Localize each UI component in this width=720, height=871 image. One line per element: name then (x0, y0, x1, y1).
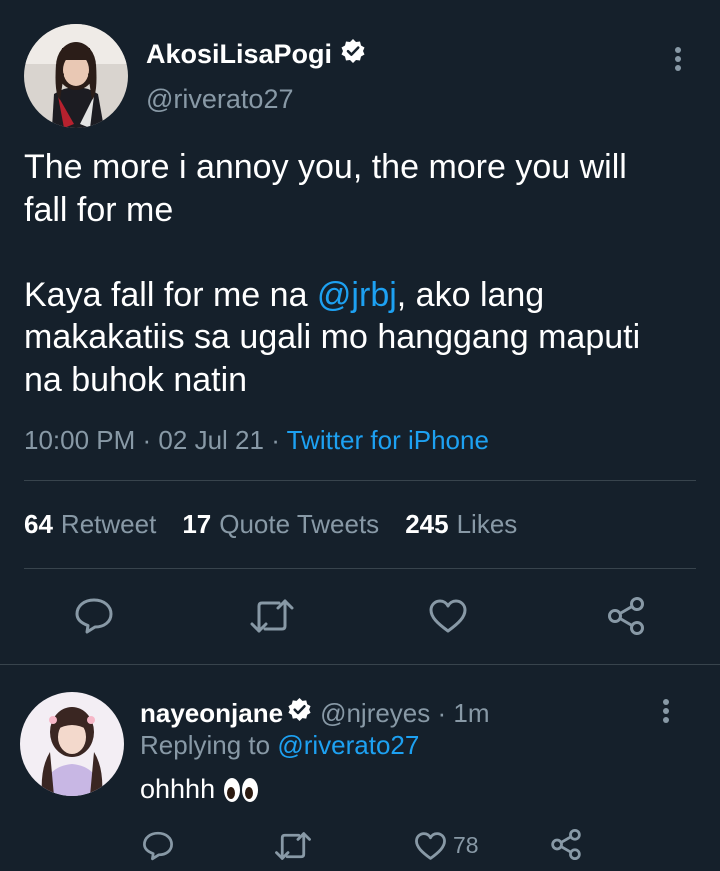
tweet-body: The more i annoy you, the more you will … (24, 146, 700, 401)
quote-label: Quote Tweets (219, 509, 380, 539)
divider (24, 480, 696, 481)
tweet-detail-page: AkosiLisaPogi @riverato27 The more i ann… (0, 0, 720, 871)
like-stat[interactable]: 245 Likes (405, 509, 517, 540)
eyes-emoji-icon (223, 776, 259, 804)
retweet-icon[interactable] (274, 830, 312, 867)
tweet-line-4: makakatiis sa ugali mo hanggang maputi (24, 318, 641, 356)
reply-like-count: 78 (453, 832, 479, 858)
retweet-count: 64 (24, 509, 53, 539)
replying-to-label: Replying to (140, 730, 271, 760)
meta-separator: · (142, 425, 159, 455)
reply-icon[interactable] (74, 597, 114, 640)
share-icon[interactable] (605, 596, 647, 641)
author-avatar[interactable] (24, 24, 128, 128)
quote-count: 17 (182, 509, 212, 539)
mention-link[interactable]: @jrbj (317, 276, 397, 314)
tweet-line-5: na buhok natin (24, 360, 248, 399)
author-display-name[interactable]: AkosiLisaPogi (146, 39, 332, 70)
more-icon[interactable] (658, 698, 674, 726)
like-icon[interactable] (414, 831, 447, 866)
verified-icon (287, 697, 312, 729)
tweet-date: 02 Jul 21 (158, 425, 264, 455)
reply-age: 1m (453, 697, 490, 728)
reply-header: nayeonjane @njreyes · 1m (140, 697, 490, 729)
tweet-line-3-pre: Kaya fall for me na (24, 275, 317, 314)
reply-author-avatar[interactable] (20, 692, 124, 796)
tweet-line-2: fall for me (24, 190, 174, 229)
quote-stat[interactable]: 17 Quote Tweets (182, 509, 379, 540)
retweet-label: Retweet (60, 509, 157, 539)
tweet-line-1: The more i annoy you, the more you will (24, 148, 627, 186)
tweet-stats: 64 Retweet 17 Quote Tweets 245 Likes (24, 509, 543, 540)
like-count: 245 (405, 509, 449, 539)
retweet-stat[interactable]: 64 Retweet (24, 509, 156, 540)
replying-to: Replying to @riverato27 (140, 730, 419, 761)
verified-icon (340, 38, 366, 71)
tweet-meta: 10:00 PM · 02 Jul 21 · Twitter for iPhon… (24, 425, 489, 456)
reply-author-handle[interactable]: @njreyes (320, 698, 430, 729)
more-icon[interactable] (670, 46, 686, 74)
tweet-time: 10:00 PM (24, 425, 136, 455)
reply-icon[interactable] (142, 830, 174, 867)
retweet-icon[interactable] (249, 597, 295, 640)
share-icon[interactable] (549, 828, 583, 866)
reply-text: ohhhh (140, 774, 216, 804)
reply-author-name[interactable]: nayeonjane (140, 698, 283, 729)
tweet-source-link[interactable]: Twitter for iPhone (287, 425, 489, 455)
meta-separator: · (271, 425, 287, 455)
replying-to-mention[interactable]: @riverato27 (277, 730, 419, 760)
divider (24, 568, 696, 569)
author-handle[interactable]: @riverato27 (146, 84, 293, 115)
tweet-line-3-post: , ako lang (396, 275, 545, 314)
reply-body: ohhhh (140, 774, 259, 805)
full-divider (0, 664, 720, 665)
meta-separator: · (430, 697, 454, 728)
like-icon[interactable] (428, 598, 468, 639)
author-name-row[interactable]: AkosiLisaPogi (146, 38, 366, 71)
like-label: Likes (456, 509, 518, 539)
